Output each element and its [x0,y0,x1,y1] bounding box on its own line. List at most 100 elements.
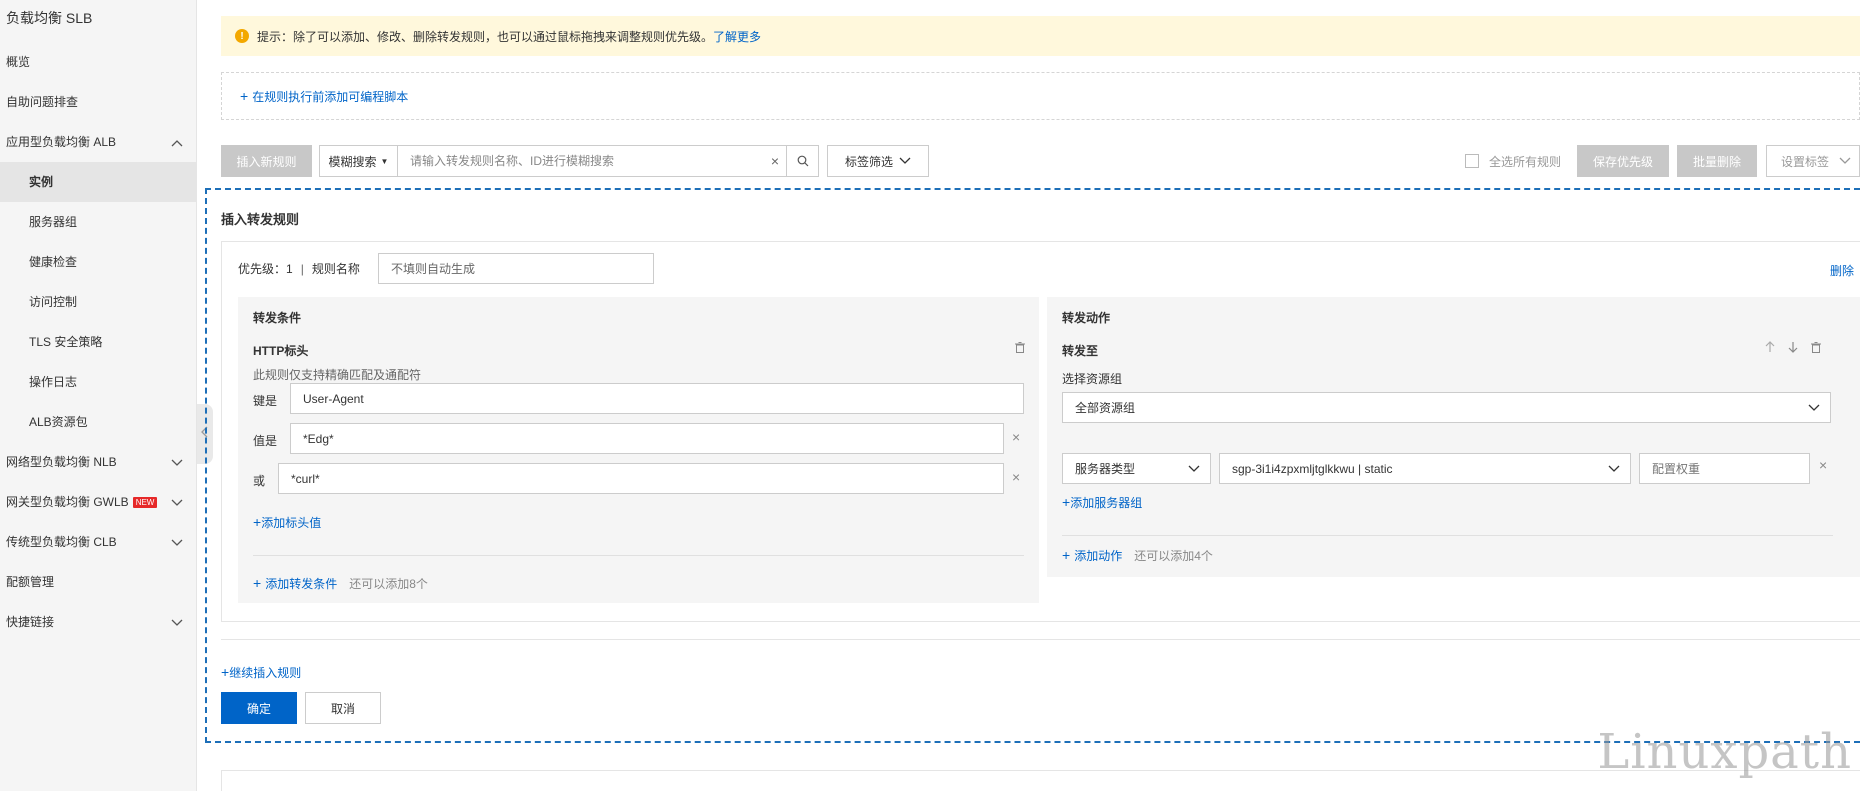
sidebar-item-label: 配额管理 [6,575,55,589]
chevron-down-icon [1808,404,1820,411]
continue-insert-label: 继续插入规则 [229,666,302,680]
add-script-link[interactable]: 在规则执行前添加可编程脚本 [252,88,408,105]
select-all-checkbox[interactable] [1465,154,1479,168]
sidebar-item-clb[interactable]: 传统型负载均衡 CLB [0,522,197,562]
sidebar-item-tls-policy[interactable]: TLS 安全策略 [0,322,197,362]
search-input[interactable] [398,147,764,175]
header-value-input[interactable] [290,423,1004,454]
sidebar-item-label: ALB资源包 [29,415,88,429]
search-group: 模糊搜索 ▼ × [319,145,819,177]
remove-value-icon[interactable]: × [1012,469,1020,485]
sidebar-item-label: TLS 安全策略 [29,335,103,349]
sidebar-item-health-check[interactable]: 健康检查 [0,242,197,282]
header-key-input[interactable] [290,383,1024,414]
add-action-label: 添加动作 [1074,549,1123,563]
separator: | [300,261,304,276]
sidebar-item-label: 自助问题排查 [6,95,79,109]
set-tag-label: 设置标签 [1781,154,1830,169]
panel-title: 插入转发规则 [221,212,300,227]
remove-value-icon[interactable]: × [1012,429,1020,445]
server-type-select[interactable]: 服务器类型 [1062,453,1211,484]
plus-icon: + [253,514,262,530]
select-all-rules[interactable]: 全选所有规则 [1465,145,1561,177]
plus-icon: + [1062,547,1071,563]
chevron-down-icon [1188,465,1200,472]
select-all-label: 全选所有规则 [1489,154,1562,169]
tag-filter-label: 标签筛选 [844,154,893,169]
confirm-button[interactable]: 确定 [221,692,297,724]
condition-type: HTTP标头 [253,344,309,358]
continue-insert-link[interactable]: +继续插入规则 [221,664,301,681]
save-priority-button[interactable]: 保存优先级 [1577,145,1669,177]
insert-rule-button[interactable]: 插入新规则 [221,145,312,177]
key-label: 键是 [253,394,278,408]
divider [1062,535,1833,536]
sidebar-item-overview[interactable]: 概览 [0,42,197,82]
add-header-value-link[interactable]: +添加标头值 [253,514,321,531]
clear-icon[interactable]: × [764,153,786,169]
sidebar-item-access-control[interactable]: 访问控制 [0,282,197,322]
sidebar-item-alb-package[interactable]: ALB资源包 [0,402,197,442]
trash-icon[interactable] [1811,342,1821,356]
arrow-up-icon[interactable] [1765,341,1775,356]
search-icon[interactable] [786,146,818,176]
sidebar-item-shortcuts[interactable]: 快捷链接 [0,602,197,642]
rule-card: 优先级： 1 | 规则名称 删除 转发条件 HTTP标头 此规则仅支持精确匹配及… [221,241,1860,622]
chevron-down-icon [171,442,183,482]
sidebar-item-label: 操作日志 [29,375,78,389]
priority-value: 1 [286,261,293,276]
condition-remaining: 还可以添加8个 [349,577,428,591]
cancel-button[interactable]: 取消 [305,692,381,724]
rule-name-input[interactable] [378,253,654,284]
condition-hint: 此规则仅支持精确匹配及通配符 [253,368,422,382]
sidebar-item-label: 实例 [29,175,54,189]
toolbar: 插入新规则 模糊搜索 ▼ × 标签筛选 全选所有规则 保存优先级 批量删除 设置… [221,145,1860,177]
value-label: 值是 [253,434,278,448]
priority-label: 优先级： [238,262,287,276]
add-condition-link[interactable]: + 添加转发条件 还可以添加8个 [253,575,428,592]
sidebar-item-gwlb[interactable]: 网关型负载均衡 GWLB NEW [0,482,197,522]
sidebar-item-label: 网络型负载均衡 NLB [6,455,117,469]
sidebar-item-alb[interactable]: 应用型负载均衡 ALB [0,122,197,162]
server-group-value: sgp-3i1i4zpxmljtglkkwu | static [1232,461,1393,476]
server-group-select[interactable]: sgp-3i1i4zpxmljtglkkwu | static [1219,453,1631,484]
divider [221,639,1860,640]
plus-icon: + [1062,494,1071,510]
sidebar-item-label: 访问控制 [29,295,78,309]
chevron-down-icon [171,522,183,562]
plus-icon: + [240,88,249,104]
remove-server-group-icon[interactable]: × [1819,457,1827,473]
learn-more-link[interactable]: 了解更多 [713,28,761,45]
weight-input[interactable] [1639,453,1810,484]
sidebar-item-operation-log[interactable]: 操作日志 [0,362,197,402]
action-remaining: 还可以添加4个 [1134,549,1213,563]
actions-title: 转发动作 [1062,311,1111,325]
sidebar-item-label: 健康检查 [29,255,78,269]
delete-rule-link[interactable]: 删除 [1830,262,1854,279]
arrow-down-icon[interactable] [1788,341,1798,356]
chevron-up-icon [171,122,183,162]
add-header-value-label: 添加标头值 [261,516,322,530]
header-value-input-2[interactable] [278,463,1004,494]
set-tag-button[interactable]: 设置标签 [1766,145,1860,177]
chevron-down-icon [1839,157,1851,164]
action-type: 转发至 [1062,344,1099,358]
tag-filter-button[interactable]: 标签筛选 [827,145,929,177]
sidebar-item-server-groups[interactable]: 服务器组 [0,202,197,242]
sidebar-item-nlb[interactable]: 网络型负载均衡 NLB [0,442,197,482]
caret-down-icon: ▼ [380,156,389,166]
add-action-link[interactable]: + 添加动作 还可以添加4个 [1062,547,1213,564]
search-type-select[interactable]: 模糊搜索 ▼ [320,146,398,176]
sidebar-title: 负载均衡 SLB [6,10,93,26]
conditions-title: 转发条件 [253,311,302,325]
plus-icon: + [221,664,230,680]
sidebar-item-label: 概览 [6,55,31,69]
batch-delete-button[interactable]: 批量删除 [1677,145,1757,177]
resource-group-select[interactable]: 全部资源组 [1062,392,1831,423]
sidebar-item-quota[interactable]: 配额管理 [0,562,197,602]
sidebar-item-instances[interactable]: 实例 [0,162,197,202]
sidebar-item-label: 快捷链接 [6,615,55,629]
trash-icon[interactable] [1015,342,1025,356]
add-server-group-link[interactable]: +添加服务器组 [1062,494,1142,511]
sidebar-item-self-diagnosis[interactable]: 自助问题排查 [0,82,197,122]
